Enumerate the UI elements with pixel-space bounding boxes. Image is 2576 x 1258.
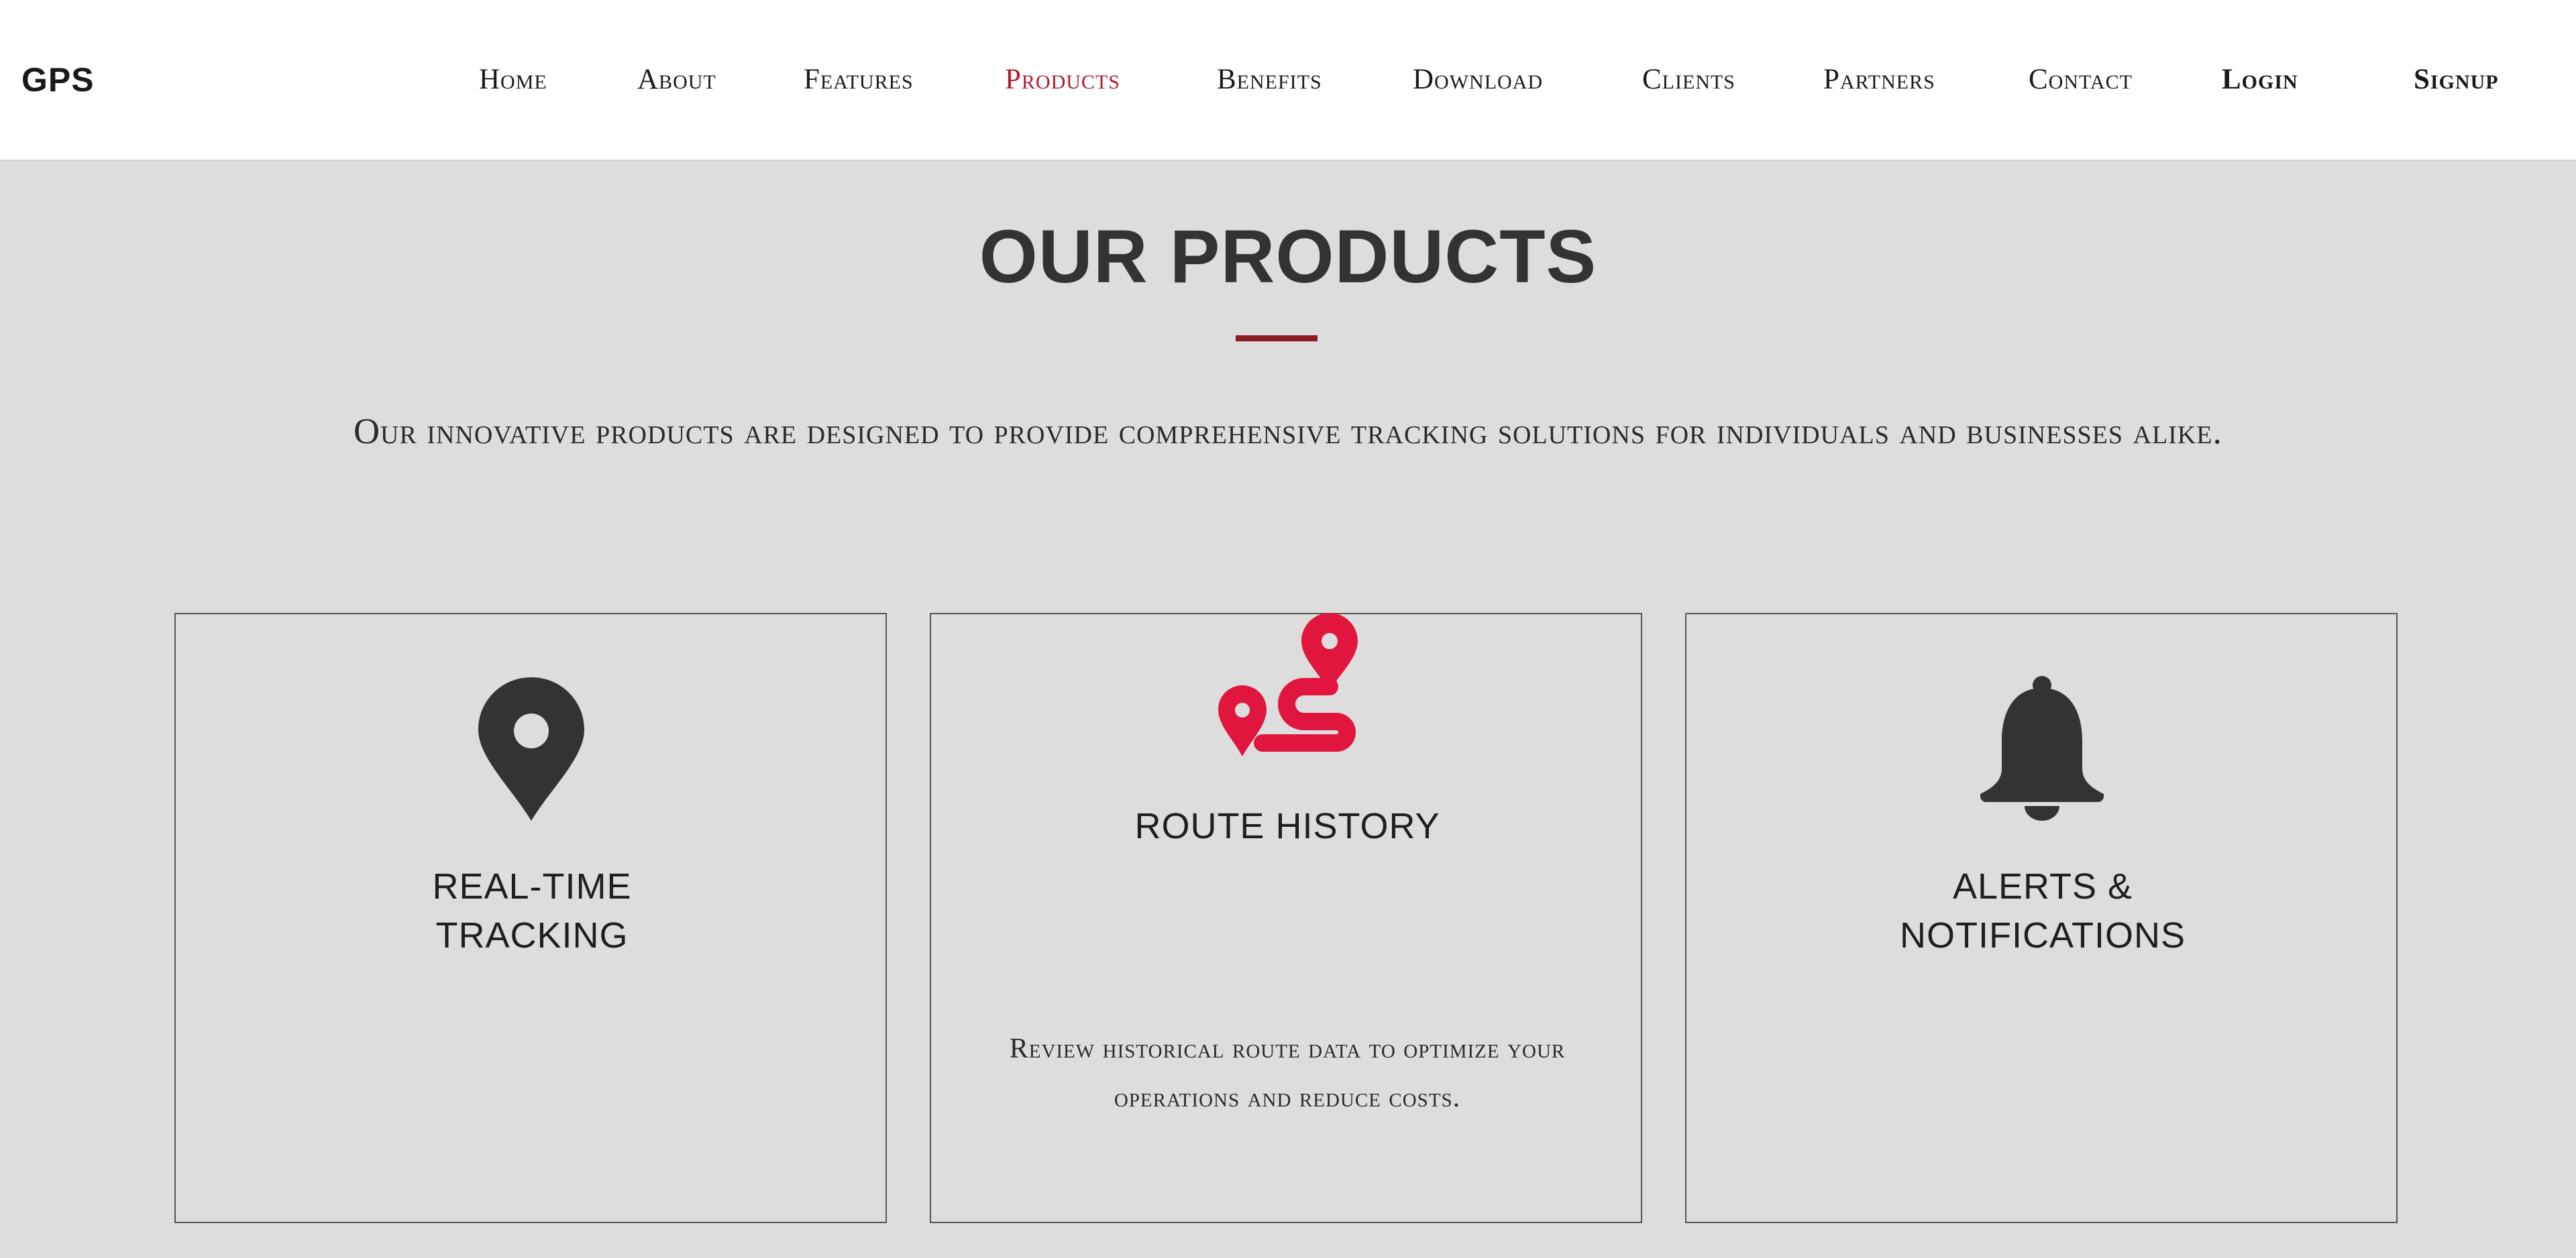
section-subtitle: Our innovative products are designed to … xyxy=(354,411,2222,451)
nav-partners[interactable]: Partners xyxy=(1823,0,1935,160)
login-link[interactable]: Login xyxy=(2222,0,2298,160)
card-title-line: ALERTS & xyxy=(1952,866,2133,907)
product-card-realtime-tracking[interactable]: REAL-TIME TRACKING xyxy=(174,613,887,1223)
nav-features[interactable]: Features xyxy=(804,0,914,160)
card-title-line: TRACKING xyxy=(435,915,629,956)
signup-link[interactable]: Signup xyxy=(2414,0,2499,160)
card-description-line: Review historical route data to optimize… xyxy=(1009,1033,1566,1064)
card-description-line: operations and reduce costs. xyxy=(1114,1082,1461,1113)
route-icon xyxy=(1218,613,1358,756)
nav-about[interactable]: About xyxy=(637,0,716,160)
nav-contact[interactable]: Contact xyxy=(2029,0,2133,160)
card-title: ROUTE HISTORY xyxy=(1134,806,1440,846)
nav-download[interactable]: Download xyxy=(1413,0,1543,160)
card-title: REAL-TIME TRACKING xyxy=(203,862,861,960)
title-underline xyxy=(1236,335,1318,341)
site-header: GPS Home About Features Products Benefit… xyxy=(0,0,2576,161)
product-card-alerts-notifications[interactable]: ALERTS & NOTIFICATIONS xyxy=(1685,613,2398,1223)
bell-icon xyxy=(1980,676,2104,821)
card-title: ALERTS & NOTIFICATIONS xyxy=(1713,862,2372,960)
card-title-line: NOTIFICATIONS xyxy=(1900,915,2186,956)
card-title-line: REAL-TIME xyxy=(432,866,632,907)
nav-clients[interactable]: Clients xyxy=(1642,0,1735,160)
logo[interactable]: GPS xyxy=(21,0,95,160)
nav-home[interactable]: Home xyxy=(479,0,547,160)
card-description: Review historical route data to optimize… xyxy=(958,1025,1617,1123)
product-card-route-history[interactable]: ROUTE HISTORY Review historical route da… xyxy=(930,613,1642,1223)
section-title: OUR PRODUCTS xyxy=(979,215,1597,298)
nav-products[interactable]: Products xyxy=(1005,0,1120,160)
map-pin-icon xyxy=(478,677,584,821)
nav-benefits[interactable]: Benefits xyxy=(1217,0,1322,160)
